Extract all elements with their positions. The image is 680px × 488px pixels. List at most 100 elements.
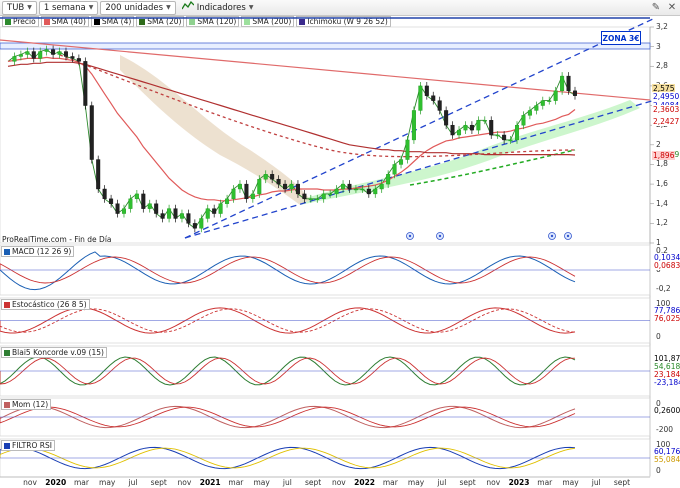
x-tick: sept [613,478,631,487]
subpanel-title: MACD (12 26 9) [12,247,72,256]
candle [540,96,545,110]
x-tick: 2022 [354,478,376,487]
candle [553,86,558,105]
x-tick: nov [177,478,192,487]
y-tick: -200 [656,425,674,434]
x-tick: sept [150,478,167,487]
candle [534,101,539,115]
candle [141,189,146,213]
x-tick: nov [486,478,501,487]
x-tick: may [562,478,579,487]
candle [463,121,468,135]
candle [160,209,165,223]
subpanel-label-stoch: Estocástico (26 8 5) [1,299,90,310]
x-tick: nov [23,478,37,487]
y-tick: 3,2 [656,22,668,31]
subpanel-swatch [4,301,10,308]
ichimoku-cloud-red [120,55,310,205]
subpanel-title: Mom (12) [12,400,49,409]
candle [31,47,36,63]
candle [115,199,120,218]
candle [489,116,494,139]
y-tick: -0,2 [656,284,671,293]
candle [205,204,210,223]
candle [244,180,249,203]
candle [457,126,462,139]
candle [173,204,178,223]
x-tick: 2023 [508,478,530,487]
price-label: 1,896 [652,151,676,161]
candle [134,189,139,203]
subpanel-title: FILTRO RSI [12,441,52,450]
candle [12,52,17,66]
subpanel-title: Estocástico (26 8 5) [12,300,87,309]
indicator-value: 55,084 [653,455,680,464]
x-tick: jul [437,478,447,487]
candle [83,57,88,110]
event-marker-icon [548,232,556,240]
zona-label: ZONA 3€ [601,31,641,45]
x-tick: 2020 [45,478,67,487]
x-tick: sept [305,478,322,487]
indicator-value: -23,184 [653,378,680,387]
x-tick: jul [282,478,292,487]
y-tick: 2,8 [656,61,668,71]
event-marker-icon [564,232,572,240]
subpanel-swatch [4,401,10,408]
x-tick: 2021 [199,478,221,487]
candle [321,189,326,203]
x-tick: nov [331,478,346,487]
subpanel-swatch [4,248,10,255]
candle [476,116,481,135]
x-tick: mar [537,478,553,487]
event-marker-icon [406,232,414,240]
candle [167,204,172,223]
y-tick: 0 [656,332,661,341]
subpanel-title: Blai5 Koncorde v.09 (15) [12,348,104,357]
x-tick: jul [591,478,601,487]
x-tick: may [253,478,270,487]
candle [179,209,184,223]
y-tick: 1,2 [656,218,668,228]
candle [444,106,449,130]
event-marker-icon [436,232,444,240]
price-label: 2,3603 [652,105,680,115]
resistance-band [0,42,651,50]
candle [527,106,532,120]
x-tick: sept [459,478,476,487]
x-tick: jul [128,478,138,487]
x-tick: may [407,478,425,487]
subpanel-label-rsi: FILTRO RSI [1,440,55,451]
candle [38,47,43,63]
indicator-value: 76,025 [653,314,680,323]
candle [450,121,455,139]
y-tick: 1,4 [656,198,668,208]
candle [437,96,442,115]
subpanel-label-mom: Mom (12) [1,399,52,410]
candle [96,155,101,193]
subpanel-swatch [4,349,10,356]
indicator-value: 0,0683 [653,261,680,270]
indicator-value: 0,2600 [653,406,680,415]
subpanel-label-koncorde: Blai5 Koncorde v.09 (15) [1,347,107,358]
price-label: 2,2427 [652,116,680,126]
candle [399,155,404,169]
candle [411,106,416,144]
y-tick: 0 [656,466,661,475]
x-tick: mar [382,478,398,487]
candle [212,204,217,218]
candle [405,135,410,164]
candle [418,81,423,115]
x-tick: mar [228,478,244,487]
candle [573,86,578,100]
subpanel-label-macd: MACD (12 26 9) [1,246,75,257]
y-tick: 1,8 [656,159,668,169]
indicator-line-macd [0,251,576,291]
y-tick: 3 [656,41,661,51]
candle [89,101,94,164]
candle [237,180,242,193]
y-tick: 2 [656,139,661,149]
y-tick: 1,6 [656,179,668,189]
candle [469,121,474,135]
candle [192,219,197,233]
